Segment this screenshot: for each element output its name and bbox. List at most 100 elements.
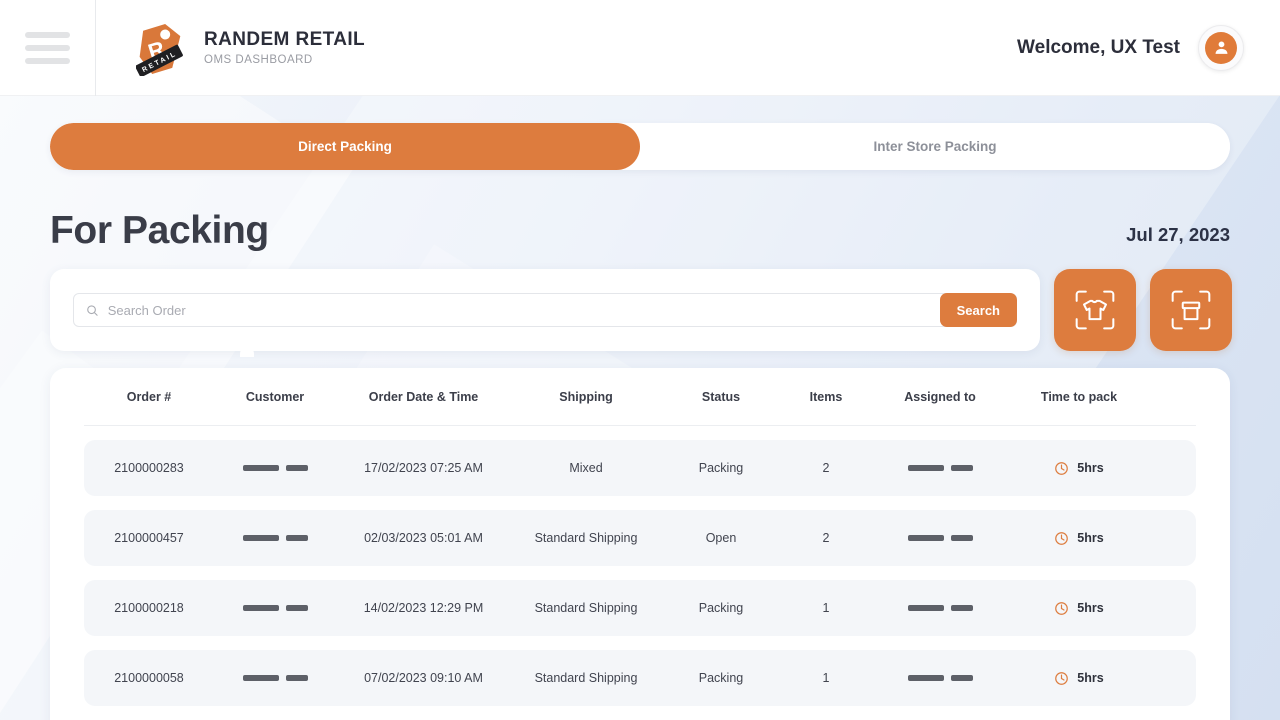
search-icon [86, 304, 99, 317]
page-body: Direct Packing Inter Store Packing For P… [0, 96, 1280, 720]
cell-items: 2 [781, 461, 871, 475]
cell-time-to-pack: 5hrs [1009, 671, 1149, 686]
cell-order: 2100000218 [84, 601, 214, 615]
orders-table: Order # Customer Order Date & Time Shipp… [50, 368, 1230, 720]
scan-item-button[interactable] [1054, 269, 1136, 351]
user-avatar-icon [1205, 32, 1237, 64]
page-date: Jul 27, 2023 [1126, 224, 1230, 250]
scan-package-button[interactable] [1150, 269, 1232, 351]
search-input[interactable] [108, 303, 1004, 318]
cell-date: 14/02/2023 12:29 PM [336, 601, 511, 615]
cell-shipping: Standard Shipping [511, 671, 661, 685]
time-to-pack-value: 5hrs [1077, 671, 1103, 685]
search-row: Search [50, 269, 1230, 351]
search-wrap: Search [73, 293, 1017, 327]
brand-text: RANDEM RETAIL OMS DASHBOARD [204, 29, 365, 66]
cell-shipping: Mixed [511, 461, 661, 475]
cell-order: 2100000457 [84, 531, 214, 545]
cell-date: 02/03/2023 05:01 AM [336, 531, 511, 545]
redaction-bars [214, 675, 336, 681]
column-header-assigned: Assigned to [871, 390, 1009, 404]
redaction-bars [871, 605, 1009, 611]
column-header-status: Status [661, 390, 781, 404]
time-to-pack-value: 5hrs [1077, 601, 1103, 615]
app-root: R RETAIL RANDEM RETAIL OMS DASHBOARD Wel… [0, 0, 1280, 720]
column-header-shipping: Shipping [511, 390, 661, 404]
cell-customer-redacted [214, 465, 336, 471]
randem-retail-tag-logo: R RETAIL [136, 20, 188, 76]
tab-direct-packing-label: Direct Packing [298, 139, 392, 154]
search-card: Search [50, 269, 1040, 351]
cell-shipping: Standard Shipping [511, 601, 661, 615]
cell-items: 1 [781, 601, 871, 615]
top-header: R RETAIL RANDEM RETAIL OMS DASHBOARD Wel… [0, 0, 1280, 96]
table-header-row: Order # Customer Order Date & Time Shipp… [84, 368, 1196, 426]
cell-time-to-pack: 5hrs [1009, 601, 1149, 616]
clock-icon [1054, 461, 1069, 476]
cell-assigned-redacted [871, 605, 1009, 611]
tab-inter-store-packing[interactable]: Inter Store Packing [640, 123, 1230, 170]
cell-shipping: Standard Shipping [511, 531, 661, 545]
cell-date: 17/02/2023 07:25 AM [336, 461, 511, 475]
tab-direct-packing[interactable]: Direct Packing [50, 123, 640, 170]
clock-icon [1054, 531, 1069, 546]
avatar[interactable] [1198, 25, 1244, 71]
clock-icon [1054, 601, 1069, 616]
cell-items: 1 [781, 671, 871, 685]
cell-date: 07/02/2023 09:10 AM [336, 671, 511, 685]
brand-title: RANDEM RETAIL [204, 29, 365, 51]
time-to-pack-value: 5hrs [1077, 461, 1103, 475]
column-header-items: Items [781, 390, 871, 404]
cell-status: Packing [661, 461, 781, 475]
table-row[interactable]: 2100000218 14/02/2023 12:29 PM Standard … [84, 580, 1196, 636]
menu-toggle-zone[interactable] [0, 0, 96, 96]
hamburger-bar [25, 45, 70, 51]
page-content: Direct Packing Inter Store Packing For P… [0, 123, 1280, 720]
hamburger-menu-icon[interactable] [25, 32, 70, 64]
hamburger-bar [25, 32, 70, 38]
card-notch [240, 347, 254, 357]
cell-time-to-pack: 5hrs [1009, 531, 1149, 546]
cell-assigned-redacted [871, 675, 1009, 681]
column-header-order: Order # [84, 390, 214, 404]
cell-status: Open [661, 531, 781, 545]
redaction-bars [214, 465, 336, 471]
cell-time-to-pack: 5hrs [1009, 461, 1149, 476]
cell-customer-redacted [214, 675, 336, 681]
cell-status: Packing [661, 601, 781, 615]
redaction-bars [214, 535, 336, 541]
title-row: For Packing Jul 27, 2023 [50, 188, 1230, 250]
table-row[interactable]: 2100000058 07/02/2023 09:10 AM Standard … [84, 650, 1196, 706]
welcome-text: Welcome, UX Test [1017, 37, 1180, 59]
table-row[interactable]: 2100000457 02/03/2023 05:01 AM Standard … [84, 510, 1196, 566]
cell-order: 2100000058 [84, 671, 214, 685]
column-header-customer: Customer [214, 390, 336, 404]
search-field[interactable] [73, 293, 1017, 327]
hamburger-bar [25, 58, 70, 64]
redaction-bars [871, 675, 1009, 681]
packing-tabs: Direct Packing Inter Store Packing [50, 123, 1230, 170]
redaction-bars [214, 605, 336, 611]
brand-block[interactable]: R RETAIL RANDEM RETAIL OMS DASHBOARD [96, 20, 365, 76]
cell-customer-redacted [214, 605, 336, 611]
page-title: For Packing [50, 211, 269, 250]
tab-inter-store-packing-label: Inter Store Packing [873, 139, 996, 154]
table-row[interactable]: 2100000283 17/02/2023 07:25 AM Mixed Pac… [84, 440, 1196, 496]
search-button[interactable]: Search [940, 293, 1017, 327]
column-header-time: Time to pack [1009, 390, 1149, 404]
cell-status: Packing [661, 671, 781, 685]
header-right: Welcome, UX Test [1017, 25, 1280, 71]
cell-customer-redacted [214, 535, 336, 541]
redaction-bars [871, 465, 1009, 471]
cell-items: 2 [781, 531, 871, 545]
tshirt-scan-icon [1073, 288, 1117, 332]
cell-assigned-redacted [871, 465, 1009, 471]
time-to-pack-value: 5hrs [1077, 531, 1103, 545]
redaction-bars [871, 535, 1009, 541]
clock-icon [1054, 671, 1069, 686]
cell-assigned-redacted [871, 535, 1009, 541]
column-header-date: Order Date & Time [336, 390, 511, 404]
cell-order: 2100000283 [84, 461, 214, 475]
brand-subtitle: OMS DASHBOARD [204, 54, 365, 66]
package-scan-icon [1169, 288, 1213, 332]
